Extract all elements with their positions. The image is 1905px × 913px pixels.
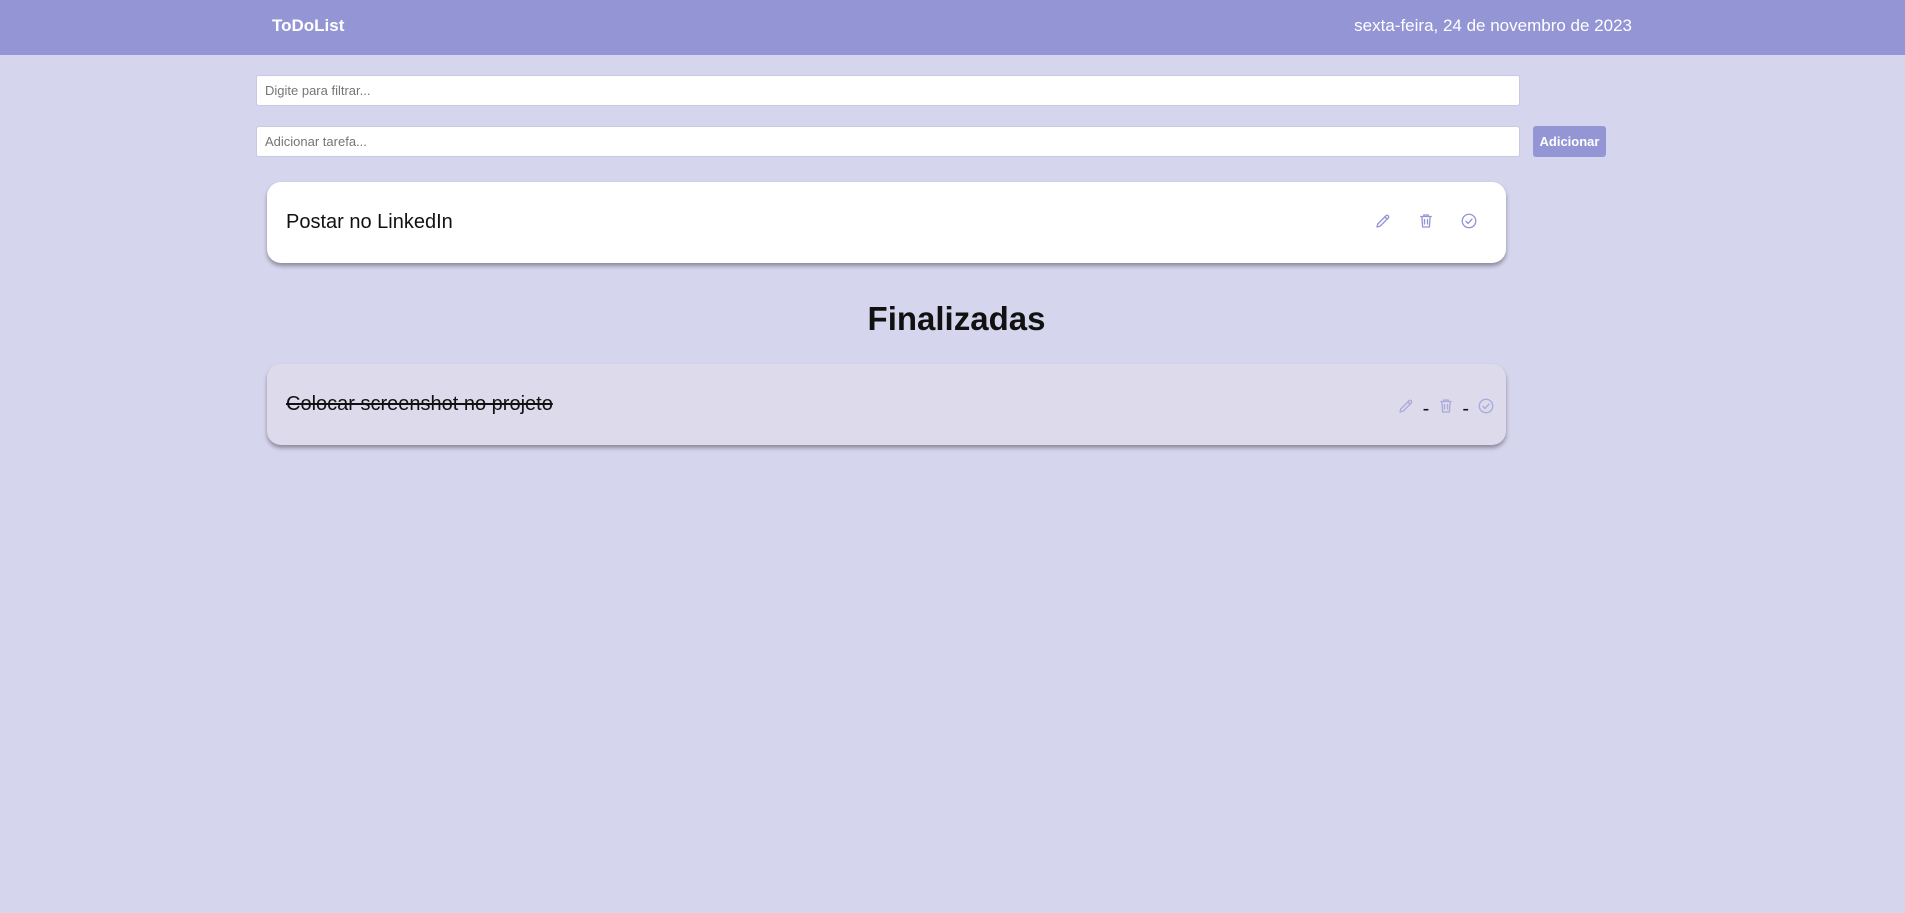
finished-task-card: Colocar screenshot no projeto - - [267, 364, 1506, 445]
add-task-button[interactable]: Adicionar [1533, 126, 1606, 157]
pencil-icon[interactable] [1397, 397, 1416, 416]
trash-icon[interactable] [1436, 397, 1455, 416]
action-separator: - [1462, 398, 1469, 420]
check-circle-icon[interactable] [1459, 211, 1478, 230]
task-text: Colocar screenshot no projeto [286, 393, 553, 415]
task-actions [1373, 211, 1478, 230]
trash-icon[interactable] [1416, 211, 1435, 230]
top-navbar: ToDoList sexta-feira, 24 de novembro de … [0, 0, 1905, 55]
task-text: Postar no LinkedIn [286, 211, 453, 233]
check-circle-icon[interactable] [1476, 397, 1495, 416]
filter-input[interactable] [256, 75, 1520, 106]
current-date: sexta-feira, 24 de novembro de 2023 [1354, 16, 1632, 35]
task-card: Postar no LinkedIn [267, 182, 1506, 263]
pencil-icon[interactable] [1373, 211, 1392, 230]
finished-section-title: Finalizadas [867, 300, 1046, 337]
task-actions: - - [1397, 393, 1495, 419]
add-task-input[interactable] [256, 126, 1520, 157]
action-separator: - [1422, 398, 1430, 420]
app-brand[interactable]: ToDoList [272, 16, 344, 36]
